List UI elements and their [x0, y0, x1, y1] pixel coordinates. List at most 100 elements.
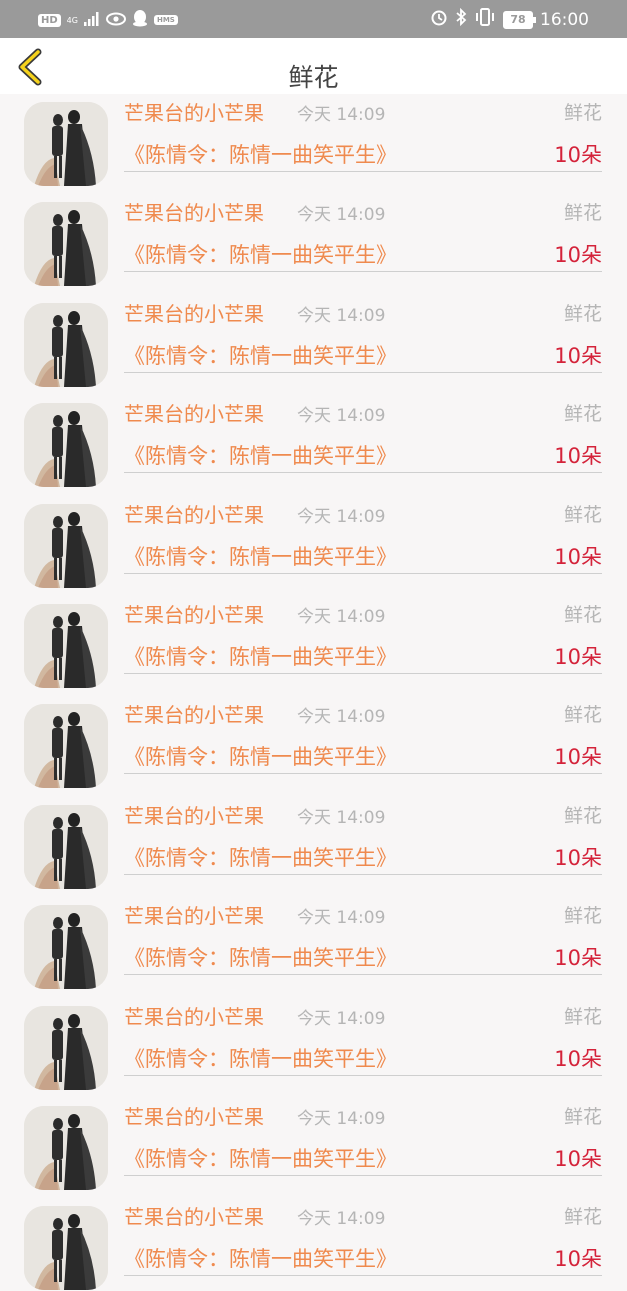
gift-count: 10朵 [554, 1146, 602, 1171]
avatar [24, 905, 108, 990]
hms-badge: HMS [153, 15, 178, 25]
network-type: 4G [66, 15, 78, 25]
gift-count: 10朵 [554, 1046, 602, 1071]
work-title: 《陈情令：陈情一曲笑平生》 [124, 544, 397, 569]
work-title: 《陈情令：陈情一曲笑平生》 [124, 444, 397, 469]
gift-count: 10朵 [554, 243, 602, 268]
sender-name: 芒果台的小芒果 [124, 1205, 264, 1230]
gift-type: 鲜花 [563, 905, 602, 928]
avatar [24, 102, 108, 186]
row-divider [124, 873, 602, 875]
row-divider [124, 1174, 602, 1176]
gift-type: 鲜花 [563, 1005, 602, 1028]
row-divider [124, 171, 602, 172]
gift-type: 鲜花 [563, 403, 602, 426]
sent-time: 今天 14:09 [297, 305, 386, 326]
sent-time: 今天 14:09 [297, 506, 386, 527]
work-title: 《陈情令：陈情一曲笑平生》 [124, 745, 397, 770]
eye-icon [105, 11, 126, 30]
sent-time: 今天 14:09 [297, 606, 386, 627]
gift-type: 鲜花 [563, 302, 602, 325]
gift-record-row[interactable]: 芒果台的小芒果 今天 14:09 鲜花 《陈情令：陈情一曲笑平生》 10朵 [0, 1090, 627, 1190]
avatar [24, 503, 108, 588]
row-divider [124, 974, 602, 976]
row-divider [124, 1275, 602, 1277]
gift-count: 10朵 [554, 745, 602, 770]
signal-icon [83, 11, 100, 30]
work-title: 《陈情令：陈情一曲笑平生》 [124, 1247, 397, 1272]
row-divider [124, 572, 602, 574]
sender-name: 芒果台的小芒果 [124, 301, 264, 326]
gift-type: 鲜花 [563, 1206, 602, 1229]
gift-type: 鲜花 [563, 704, 602, 727]
sent-time: 今天 14:09 [297, 205, 386, 226]
alarm-icon [430, 8, 448, 31]
avatar [24, 804, 108, 889]
sent-time: 今天 14:09 [297, 807, 386, 828]
gift-count: 10朵 [554, 845, 602, 870]
row-divider [124, 672, 602, 674]
sent-time: 今天 14:09 [297, 105, 386, 125]
hd-badge: HD [38, 13, 61, 27]
bluetooth-icon [455, 7, 467, 31]
avatar [24, 603, 108, 688]
row-divider [124, 1074, 602, 1076]
work-title: 《陈情令：陈情一曲笑平生》 [124, 143, 397, 167]
gift-count: 10朵 [554, 644, 602, 669]
gift-record-row[interactable]: 芒果台的小芒果 今天 14:09 鲜花 《陈情令：陈情一曲笑平生》 10朵 [0, 1190, 627, 1291]
gift-record-row[interactable]: 芒果台的小芒果 今天 14:09 鲜花 《陈情令：陈情一曲笑平生》 10朵 [0, 186, 627, 287]
gift-type: 鲜花 [563, 804, 602, 827]
gift-count: 10朵 [554, 544, 602, 569]
sender-name: 芒果台的小芒果 [124, 402, 264, 427]
sent-time: 今天 14:09 [297, 406, 386, 427]
gift-record-row[interactable]: 芒果台的小芒果 今天 14:09 鲜花 《陈情令：陈情一曲笑平生》 10朵 [0, 990, 627, 1090]
avatar [24, 704, 108, 789]
gift-record-row[interactable]: 芒果台的小芒果 今天 14:09 鲜花 《陈情令：陈情一曲笑平生》 10朵 [0, 387, 627, 488]
gift-record-row[interactable]: 芒果台的小芒果 今天 14:09 鲜花 《陈情令：陈情一曲笑平生》 10朵 [0, 789, 627, 889]
gift-record-list[interactable]: 芒果台的小芒果 今天 14:09 鲜花 《陈情令：陈情一曲笑平生》 10朵 芒果… [0, 86, 627, 1291]
gift-type: 鲜花 [563, 202, 602, 225]
avatar [24, 1105, 108, 1190]
sent-time: 今天 14:09 [297, 908, 386, 929]
work-title: 《陈情令：陈情一曲笑平生》 [124, 644, 397, 669]
avatar [24, 1206, 108, 1291]
vibrate-icon [474, 8, 496, 31]
row-divider [124, 773, 602, 775]
work-title: 《陈情令：陈情一曲笑平生》 [124, 243, 397, 268]
sender-name: 芒果台的小芒果 [124, 201, 264, 226]
sender-name: 芒果台的小芒果 [124, 101, 264, 125]
row-divider [124, 472, 602, 474]
work-title: 《陈情令：陈情一曲笑平生》 [124, 343, 397, 368]
gift-count: 10朵 [554, 143, 602, 167]
gift-type: 鲜花 [563, 603, 602, 626]
gift-record-row[interactable]: 芒果台的小芒果 今天 14:09 鲜花 《陈情令：陈情一曲笑平生》 10朵 [0, 287, 627, 387]
status-left-icons: HD 4G HMS [38, 9, 178, 31]
gift-record-row[interactable]: 芒果台的小芒果 今天 14:09 鲜花 《陈情令：陈情一曲笑平生》 10朵 [0, 488, 627, 588]
gift-count: 10朵 [554, 1247, 602, 1272]
avatar [24, 202, 108, 287]
row-divider [124, 371, 602, 373]
work-title: 《陈情令：陈情一曲笑平生》 [124, 1046, 397, 1071]
qq-icon [132, 9, 148, 31]
sent-time: 今天 14:09 [297, 1209, 386, 1230]
sender-name: 芒果台的小芒果 [124, 703, 264, 728]
sent-time: 今天 14:09 [297, 1008, 386, 1029]
gift-type: 鲜花 [563, 503, 602, 526]
gift-count: 10朵 [554, 343, 602, 368]
gift-count: 10朵 [554, 444, 602, 469]
gift-record-row[interactable]: 芒果台的小芒果 今天 14:09 鲜花 《陈情令：陈情一曲笑平生》 10朵 [0, 889, 627, 990]
gift-record-row[interactable]: 芒果台的小芒果 今天 14:09 鲜花 《陈情令：陈情一曲笑平生》 10朵 [0, 588, 627, 688]
sent-time: 今天 14:09 [297, 707, 386, 728]
battery-indicator: 78 [503, 10, 536, 29]
status-bar: HD 4G HMS 78 16:00 [0, 0, 627, 38]
sender-name: 芒果台的小芒果 [124, 1004, 264, 1029]
sender-name: 芒果台的小芒果 [124, 1104, 264, 1129]
gift-record-row[interactable]: 芒果台的小芒果 今天 14:09 鲜花 《陈情令：陈情一曲笑平生》 10朵 [0, 688, 627, 789]
sender-name: 芒果台的小芒果 [124, 502, 264, 527]
gift-record-row[interactable]: 芒果台的小芒果 今天 14:09 鲜花 《陈情令：陈情一曲笑平生》 10朵 [0, 86, 627, 186]
sender-name: 芒果台的小芒果 [124, 602, 264, 627]
sender-name: 芒果台的小芒果 [124, 904, 264, 929]
gift-type: 鲜花 [563, 102, 602, 124]
sender-name: 芒果台的小芒果 [124, 803, 264, 828]
status-right-icons: 78 16:00 [430, 7, 589, 31]
